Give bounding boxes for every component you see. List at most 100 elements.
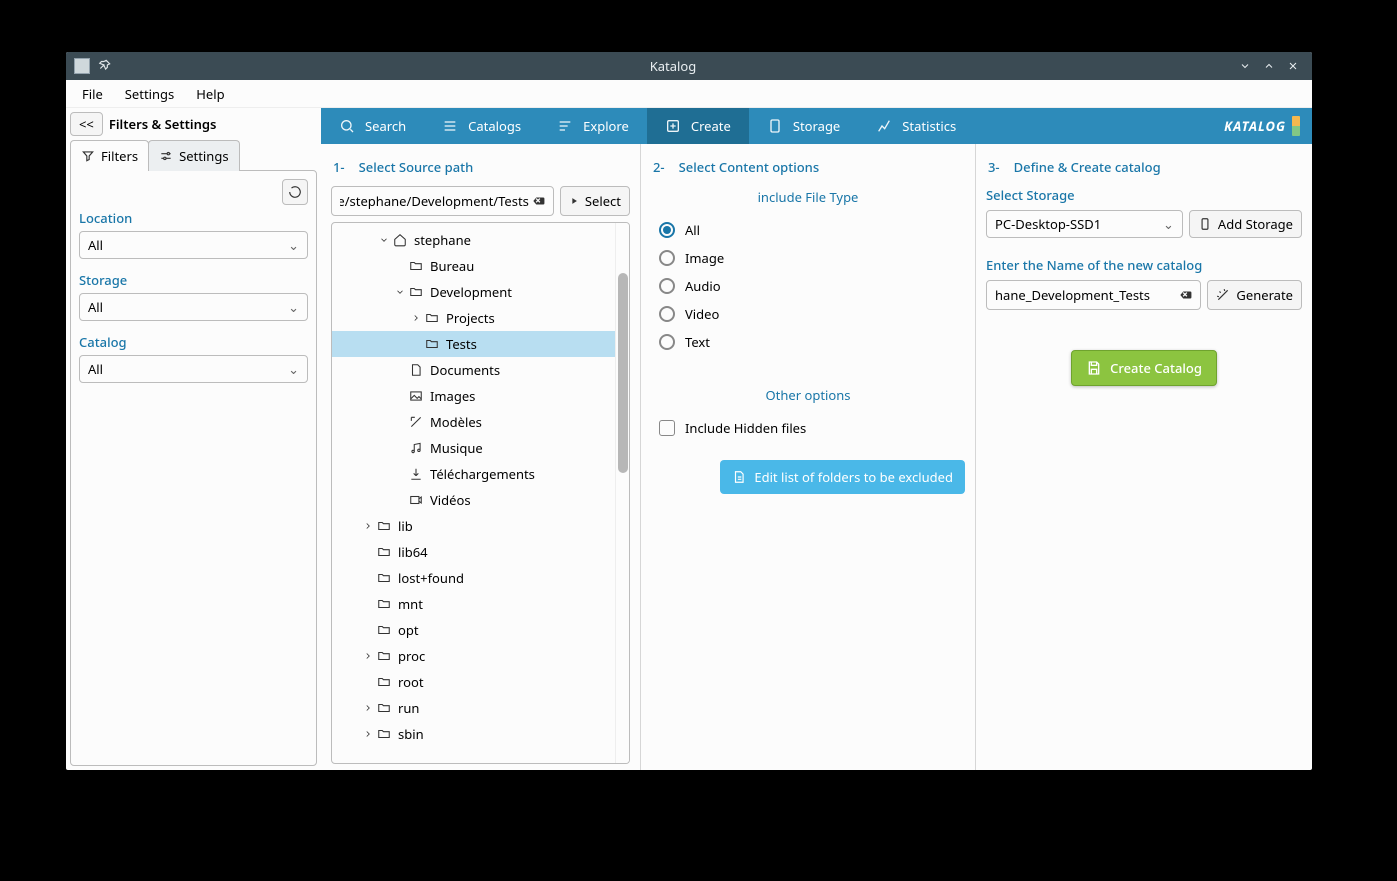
tree-row[interactable]: Modèles: [332, 409, 615, 435]
folder-icon: [376, 518, 392, 534]
source-path-input[interactable]: me/stephane/Development/Tests: [331, 186, 554, 216]
minimize-button[interactable]: [1234, 55, 1256, 77]
add-storage-button[interactable]: Add Storage: [1189, 210, 1302, 238]
storage-select[interactable]: All ⌄: [79, 293, 308, 321]
folder-icon: [376, 648, 392, 664]
tab-create-label: Create: [691, 117, 731, 135]
tab-statistics[interactable]: Statistics: [858, 108, 974, 144]
tree-row[interactable]: proc: [332, 643, 615, 669]
tree-row[interactable]: sbin: [332, 721, 615, 747]
chevron-down-icon: ⌄: [288, 360, 299, 378]
generate-name-button[interactable]: Generate: [1207, 280, 1302, 310]
radio-audio[interactable]: Audio: [651, 272, 965, 300]
tab-explore[interactable]: Explore: [539, 108, 647, 144]
brand-logo-icon: [1292, 116, 1300, 136]
wand-icon: [1216, 288, 1230, 302]
explore-icon: [557, 118, 573, 134]
tree-row[interactable]: lost+found: [332, 565, 615, 591]
tab-create[interactable]: Create: [647, 108, 749, 144]
tree-row[interactable]: lib: [332, 513, 615, 539]
app-window: Katalog File Settings Help << Filters & …: [66, 52, 1312, 770]
close-button[interactable]: [1282, 55, 1304, 77]
expand-icon[interactable]: [408, 310, 424, 326]
menu-settings[interactable]: Settings: [115, 81, 184, 107]
tab-catalogs[interactable]: Catalogs: [424, 108, 539, 144]
source-path-value: me/stephane/Development/Tests: [340, 192, 529, 210]
scrollbar[interactable]: [615, 223, 629, 763]
expand-icon[interactable]: [360, 518, 376, 534]
folder-icon: [376, 570, 392, 586]
clear-icon[interactable]: [529, 192, 547, 210]
tree-row[interactable]: Téléchargements: [332, 461, 615, 487]
scrollbar-thumb[interactable]: [618, 273, 628, 473]
catalog-label: Catalog: [79, 333, 308, 351]
brand-text: KATALOG: [1224, 117, 1286, 135]
folder-icon: [408, 284, 424, 300]
menu-help[interactable]: Help: [186, 81, 234, 107]
menu-file[interactable]: File: [72, 81, 113, 107]
location-value: All: [88, 236, 103, 254]
main: Search Catalogs Explore Create Storage S…: [321, 108, 1312, 770]
tree-row[interactable]: Images: [332, 383, 615, 409]
video-icon: [408, 492, 424, 508]
sidebar-tab-filters[interactable]: Filters: [70, 140, 149, 171]
storage-device-select[interactable]: PC-Desktop-SSD1 ⌄: [986, 210, 1183, 238]
catalog-name-value: hane_Development_Tests: [995, 286, 1176, 304]
pin-icon[interactable]: [98, 58, 114, 74]
collapse-icon[interactable]: [376, 232, 392, 248]
tree-row[interactable]: Bureau: [332, 253, 615, 279]
other-options-title: Other options: [651, 386, 965, 404]
reset-filters-button[interactable]: [282, 179, 308, 205]
tab-explore-label: Explore: [583, 117, 629, 135]
maximize-button[interactable]: [1258, 55, 1280, 77]
collapse-sidebar-button[interactable]: <<: [70, 112, 103, 136]
tree-row[interactable]: mnt: [332, 591, 615, 617]
filter-location: Location All ⌄: [79, 209, 308, 259]
folder-icon: [376, 700, 392, 716]
catalog-name-input[interactable]: hane_Development_Tests: [986, 280, 1201, 310]
catalog-select[interactable]: All ⌄: [79, 355, 308, 383]
chevron-down-icon: ⌄: [1163, 215, 1174, 233]
image-icon: [408, 388, 424, 404]
edit-excluded-button[interactable]: Edit list of folders to be excluded: [720, 460, 965, 494]
tab-storage-label: Storage: [793, 117, 840, 135]
tree-row[interactable]: Documents: [332, 357, 615, 383]
tab-search[interactable]: Search: [321, 108, 424, 144]
tab-storage[interactable]: Storage: [749, 108, 858, 144]
folder-icon: [376, 674, 392, 690]
tree-row[interactable]: stephane: [332, 227, 615, 253]
hidden-files-checkbox[interactable]: Include Hidden files: [651, 414, 965, 442]
clear-icon[interactable]: [1176, 286, 1194, 304]
sidebar-tab-settings[interactable]: Settings: [148, 140, 239, 171]
tree-row[interactable]: run: [332, 695, 615, 721]
expand-icon[interactable]: [360, 700, 376, 716]
tree-row[interactable]: Vidéos: [332, 487, 615, 513]
tree-row-selected[interactable]: Tests: [332, 331, 615, 357]
storage-label: Storage: [79, 271, 308, 289]
location-select[interactable]: All ⌄: [79, 231, 308, 259]
tree-row[interactable]: Development: [332, 279, 615, 305]
document-icon: [408, 362, 424, 378]
tree-row[interactable]: opt: [332, 617, 615, 643]
radio-all[interactable]: All: [651, 216, 965, 244]
sliders-icon: [159, 149, 173, 163]
folder-icon: [408, 258, 424, 274]
select-path-button[interactable]: Select: [560, 186, 630, 216]
tree-row[interactable]: Projects: [332, 305, 615, 331]
radio-image[interactable]: Image: [651, 244, 965, 272]
folder-tree[interactable]: stephane Bureau Development Projects Tes…: [331, 222, 630, 764]
tree-row[interactable]: lib64: [332, 539, 615, 565]
radio-video[interactable]: Video: [651, 300, 965, 328]
tree-row[interactable]: Musique: [332, 435, 615, 461]
play-icon: [569, 196, 579, 206]
home-icon: [392, 232, 408, 248]
collapse-icon[interactable]: [392, 284, 408, 300]
tree-row[interactable]: root: [332, 669, 615, 695]
create-catalog-button[interactable]: Create Catalog: [1071, 350, 1217, 386]
expand-icon[interactable]: [360, 726, 376, 742]
expand-icon[interactable]: [360, 648, 376, 664]
radio-text[interactable]: Text: [651, 328, 965, 356]
storage-value: All: [88, 298, 103, 316]
catalog-value: All: [88, 360, 103, 378]
catalog-name-label: Enter the Name of the new catalog: [986, 256, 1302, 274]
